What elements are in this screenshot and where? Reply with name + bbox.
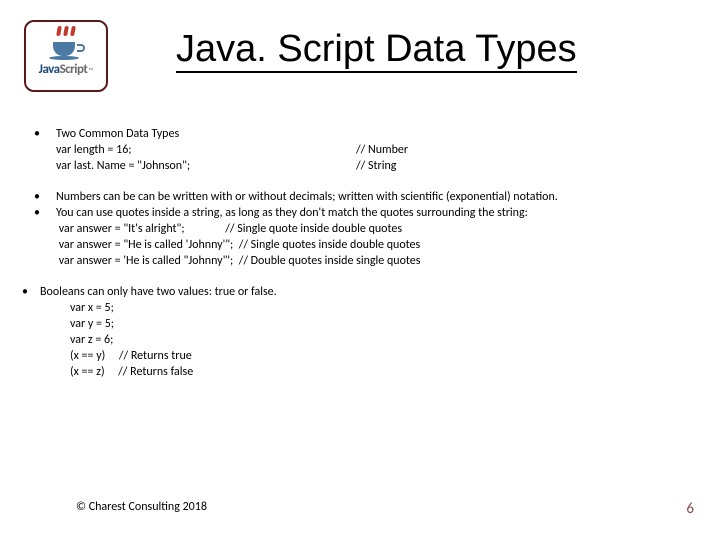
b3-text: You can use quotes inside a string, as l… <box>56 205 690 221</box>
bullet-3: • You can use quotes inside a string, as… <box>34 205 690 270</box>
b1-heading: Two Common Data Types <box>56 126 690 142</box>
bullet-marker: • <box>34 205 56 270</box>
bullet-marker: • <box>34 189 56 205</box>
bullet-marker: • <box>22 284 40 381</box>
page-title: Java. Script Data Types <box>176 28 577 71</box>
copyright-footer: © Charest Consulting 2018 <box>76 500 207 514</box>
bullet-4: • Booleans can only have two values: tru… <box>22 284 690 381</box>
b1-line2-code: var last. Name = "Johnson"; <box>56 158 356 174</box>
bullet-2: • Numbers can be can be written with or … <box>34 189 690 205</box>
bullet-1: • Two Common Data Types var length = 16;… <box>34 126 690 175</box>
b2-text: Numbers can be can be written with or wi… <box>56 189 690 205</box>
b1-line1-code: var length = 16; <box>56 142 356 158</box>
b4-line2: var y = 5; <box>40 316 690 332</box>
logo-tm: ™ <box>88 66 93 75</box>
bullet-marker: • <box>34 126 56 175</box>
logo-text: Java Script ™ <box>39 62 94 77</box>
b4-line4: (x == y) // Returns true <box>40 348 690 364</box>
logo-word-script: Script <box>60 62 88 77</box>
b3-line1: var answer = "It's alright"; // Single q… <box>56 221 690 237</box>
b4-text: Booleans can only have two values: true … <box>40 284 690 300</box>
javascript-logo: Java Script ™ <box>24 20 108 92</box>
b4-line5: (x == z) // Returns false <box>40 364 690 380</box>
b3-line3: var answer = 'He is called "Johnny"'; //… <box>56 253 690 269</box>
b4-line3: var z = 6; <box>40 332 690 348</box>
slide-content: • Two Common Data Types var length = 16;… <box>34 126 690 381</box>
b1-line2-comment: // String <box>356 158 690 174</box>
b1-line1-comment: // Number <box>356 142 690 158</box>
page-number: 6 <box>686 500 694 518</box>
b3-line2: var answer = "He is called 'Johnny'"; //… <box>56 237 690 253</box>
logo-word-java: Java <box>39 62 60 77</box>
coffee-cup-icon <box>53 36 79 60</box>
b4-line1: var x = 5; <box>40 300 690 316</box>
